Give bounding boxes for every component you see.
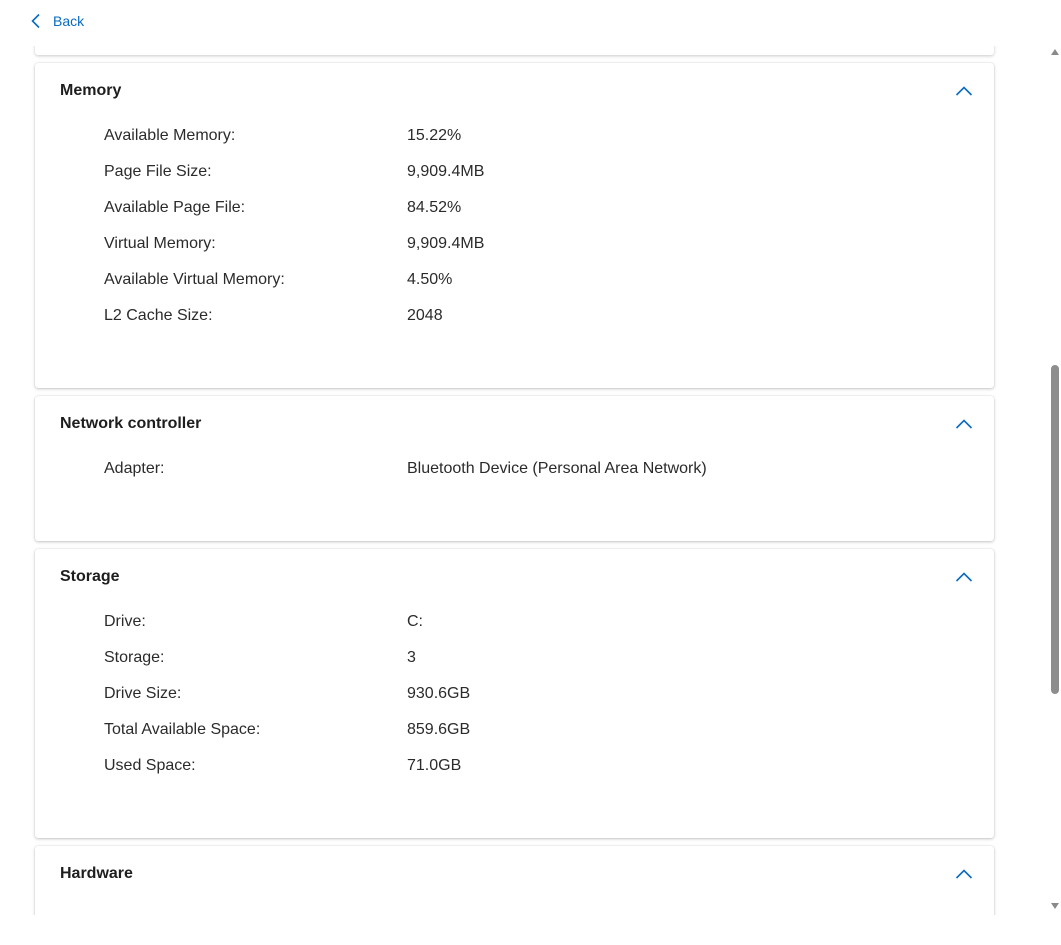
memory-section-header[interactable]: Memory: [35, 63, 994, 119]
network-controller-details: Adapter: Bluetooth Device (Personal Area …: [35, 452, 994, 488]
detail-value: C:: [407, 613, 423, 630]
hardware-section-header[interactable]: Hardware: [35, 846, 994, 902]
detail-row: L2 Cache Size: 2048: [104, 299, 994, 335]
detail-label: Available Virtual Memory:: [104, 271, 285, 288]
detail-row: Drive Size: 930.6GB: [104, 677, 994, 713]
chevron-up-icon[interactable]: [955, 868, 973, 880]
top-bar: Back: [0, 0, 1061, 46]
detail-value: 4.50%: [407, 271, 453, 288]
detail-row: Available Memory: 15.22%: [104, 119, 994, 155]
detail-label: Virtual Memory:: [104, 235, 216, 252]
detail-row: Storage: 3: [104, 641, 994, 677]
memory-section-title: Memory: [60, 82, 122, 99]
detail-value: 9,909.4MB: [407, 163, 485, 180]
detail-value: 930.6GB: [407, 685, 471, 702]
back-link[interactable]: Back: [30, 10, 84, 32]
detail-row: Available Virtual Memory: 4.50%: [104, 263, 994, 299]
network-controller-section-header[interactable]: Network controller: [35, 396, 994, 452]
detail-label: Drive Size:: [104, 685, 182, 702]
detail-value: 84.52%: [407, 199, 462, 216]
detail-row: Virtual Memory: 9,909.4MB: [104, 227, 994, 263]
storage-section: Storage Drive: C: Storage: 3 Drive Size: 93…: [35, 549, 994, 838]
hardware-section: Hardware: [35, 846, 994, 915]
scroll-viewport: Memory Available Memory: 15.22% Page File…: [0, 46, 1047, 915]
network-controller-section: Network controller Adapter: Bluetooth Dev…: [35, 396, 994, 541]
detail-value: 3: [407, 649, 416, 666]
chevron-up-icon[interactable]: [955, 418, 973, 430]
memory-section: Memory Available Memory: 15.22% Page File…: [35, 63, 994, 388]
detail-value: 859.6GB: [407, 721, 471, 738]
scroll-up-arrow-icon[interactable]: [1051, 49, 1059, 55]
detail-label: Drive:: [104, 613, 146, 630]
chevron-up-icon[interactable]: [955, 85, 973, 97]
detail-value: 71.0GB: [407, 757, 462, 774]
detail-label: Available Page File:: [104, 199, 246, 216]
storage-section-title: Storage: [60, 568, 120, 585]
detail-value: 9,909.4MB: [407, 235, 485, 252]
detail-row: Drive: C:: [104, 605, 994, 641]
detail-row: Adapter: Bluetooth Device (Personal Area …: [104, 452, 994, 488]
detail-value: Bluetooth Device (Personal Area Network): [407, 460, 707, 477]
detail-label: L2 Cache Size:: [104, 307, 213, 324]
detail-label: Page File Size:: [104, 163, 212, 180]
detail-label: Used Space:: [104, 757, 196, 774]
memory-details: Available Memory: 15.22% Page File Size: 9…: [35, 119, 994, 335]
detail-value: 15.22%: [407, 127, 462, 144]
scroll-down-arrow-icon[interactable]: [1051, 903, 1059, 909]
chevron-up-icon[interactable]: [955, 571, 973, 583]
detail-row: Page File Size: 9,909.4MB: [104, 155, 994, 191]
network-controller-section-title: Network controller: [60, 415, 202, 432]
previous-section-card: [35, 46, 994, 55]
storage-section-header[interactable]: Storage: [35, 549, 994, 605]
detail-label: Adapter:: [104, 460, 165, 477]
back-label: Back: [53, 13, 85, 29]
detail-label: Available Memory:: [104, 127, 236, 144]
detail-row: Total Available Space: 859.6GB: [104, 713, 994, 749]
detail-row: Used Space: 71.0GB: [104, 749, 994, 785]
storage-details: Drive: C: Storage: 3 Drive Size: 930.6GB To…: [35, 605, 994, 785]
chevron-left-icon: [31, 13, 40, 29]
scrollbar-thumb[interactable]: [1051, 365, 1059, 694]
detail-label: Total Available Space:: [104, 721, 261, 738]
detail-row: Available Page File: 84.52%: [104, 191, 994, 227]
detail-label: Storage:: [104, 649, 165, 666]
bottom-strip: [0, 915, 1061, 945]
detail-value: 2048: [407, 307, 443, 324]
hardware-section-title: Hardware: [60, 865, 133, 882]
